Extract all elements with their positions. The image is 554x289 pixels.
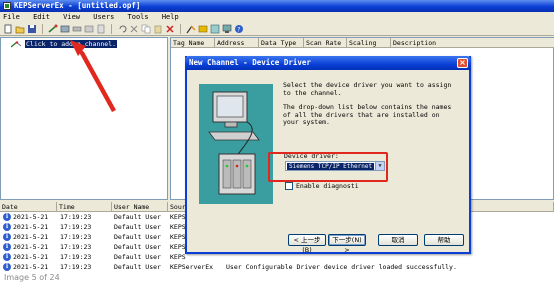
log-user: Default User: [114, 263, 161, 271]
column-header-tag-name[interactable]: Tag Name: [171, 38, 215, 48]
column-header-scaling[interactable]: Scaling: [347, 38, 391, 48]
paste-icon[interactable]: [153, 24, 163, 34]
runtime-icon[interactable]: [198, 24, 208, 34]
log-date: 2021-5-21: [13, 223, 49, 231]
info-icon: i: [3, 263, 11, 271]
enable-diagnostics-label: Enable diagnosti: [296, 182, 359, 190]
info-icon: i: [3, 213, 11, 221]
column-header-description[interactable]: Description: [391, 38, 554, 48]
log-time: 17:19:23: [60, 243, 92, 251]
dialog-description-line-1: Select the device driver you want to ass…: [283, 81, 452, 97]
column-header-scan-rate[interactable]: Scan Rate: [304, 38, 347, 48]
info-icon: i: [3, 243, 11, 251]
save-icon[interactable]: [27, 24, 37, 34]
column-header-user-name[interactable]: User Name: [112, 202, 168, 212]
column-header-date[interactable]: Date: [0, 202, 57, 212]
menu-users[interactable]: Users: [93, 13, 114, 21]
new-channel-icon[interactable]: [48, 24, 58, 34]
window-title-bar: KEPServerEx - [untitled.opf]: [0, 0, 554, 12]
log-message: User Configurable Driver device driver l…: [226, 263, 457, 271]
image-counter-caption: Image 5 of 24: [4, 273, 60, 282]
monitor-icon[interactable]: [222, 24, 232, 34]
help-icon[interactable]: ?: [234, 24, 244, 34]
connect-icon[interactable]: [210, 24, 220, 34]
log-time: 17:19:23: [60, 263, 92, 271]
tag-list-header: Tag Name Address Data Type Scan Rate Sca…: [171, 38, 554, 48]
svg-text:?: ?: [237, 26, 240, 33]
cancel-button[interactable]: 取消: [378, 234, 418, 246]
log-user: Default User: [114, 243, 161, 251]
menu-help[interactable]: Help: [162, 13, 179, 21]
log-date: 2021-5-21: [13, 253, 49, 261]
log-user: Default User: [114, 223, 161, 231]
menu-file[interactable]: File: [3, 13, 20, 21]
cut-icon[interactable]: [129, 24, 139, 34]
project-tree[interactable]: Click to add a channel.: [0, 37, 168, 200]
log-date: 2021-5-21: [13, 213, 49, 221]
toolbar-separator: [42, 23, 43, 34]
log-source: KEPServerEx: [170, 263, 214, 271]
dialog-description-line-2: The drop-down list below contains the na…: [283, 103, 452, 127]
dialog-description: Select the device driver you want to ass…: [283, 81, 453, 127]
computer-plc-illustration: [208, 91, 260, 195]
column-header-time[interactable]: Time: [57, 202, 112, 212]
log-user: Default User: [114, 213, 161, 221]
log-time: 17:19:23: [60, 253, 92, 261]
toolbar-separator: [180, 23, 181, 34]
log-row[interactable]: i 2021-5-21 17:19:23 Default User KEPSer…: [0, 262, 554, 272]
dialog-title-bar: New Channel - Device Driver: [185, 56, 471, 70]
open-folder-icon[interactable]: [15, 24, 25, 34]
log-date: 2021-5-21: [13, 243, 49, 251]
dialog-title: New Channel - Device Driver: [189, 58, 311, 67]
back-button[interactable]: < 上一步(B): [288, 234, 326, 254]
menu-edit[interactable]: Edit: [33, 13, 50, 21]
copy-icon[interactable]: [141, 24, 151, 34]
channel-icon: [10, 41, 23, 48]
help-button[interactable]: 帮助: [424, 234, 464, 246]
new-device-icon[interactable]: [60, 24, 70, 34]
menu-tools[interactable]: Tools: [128, 13, 149, 21]
tree-node-add-channel[interactable]: Click to add a channel.: [25, 40, 118, 48]
annotation-highlight-box: [268, 152, 388, 182]
info-icon: i: [3, 233, 11, 241]
menu-bar: File Edit View Users Tools Help: [0, 12, 554, 22]
log-user: Default User: [114, 253, 161, 261]
log-source: KEPS: [170, 223, 186, 231]
properties-icon[interactable]: [96, 24, 106, 34]
window-title: KEPServerEx - [untitled.opf]: [14, 1, 141, 10]
enable-diagnostics-checkbox[interactable]: [285, 182, 293, 190]
log-date: 2021-5-21: [13, 233, 49, 241]
undo-icon[interactable]: [117, 24, 127, 34]
log-time: 17:19:23: [60, 223, 92, 231]
column-header-data-type[interactable]: Data Type: [259, 38, 304, 48]
new-tag-icon[interactable]: [72, 24, 82, 34]
app-icon: [3, 2, 11, 10]
log-source: KEPS: [170, 233, 186, 241]
log-source: KEPS: [170, 213, 186, 221]
info-icon: i: [3, 223, 11, 231]
log-user: Default User: [114, 233, 161, 241]
log-time: 17:19:23: [60, 213, 92, 221]
log-source: KEPS: [170, 243, 186, 251]
delete-icon[interactable]: [165, 24, 175, 34]
tag-group-icon[interactable]: [84, 24, 94, 34]
new-file-icon[interactable]: [3, 24, 13, 34]
log-date: 2021-5-21: [13, 263, 49, 271]
menu-view[interactable]: View: [63, 13, 80, 21]
info-icon: i: [3, 253, 11, 261]
quick-client-icon[interactable]: [186, 24, 196, 34]
close-icon[interactable]: ×: [457, 58, 468, 68]
log-source: KEPS: [170, 253, 186, 261]
device-illustration: [199, 84, 273, 204]
toolbar: ?: [0, 22, 554, 36]
column-header-address[interactable]: Address: [215, 38, 259, 48]
log-time: 17:19:23: [60, 233, 92, 241]
toolbar-separator: [111, 23, 112, 34]
next-button[interactable]: 下一步(N) >: [328, 234, 366, 254]
